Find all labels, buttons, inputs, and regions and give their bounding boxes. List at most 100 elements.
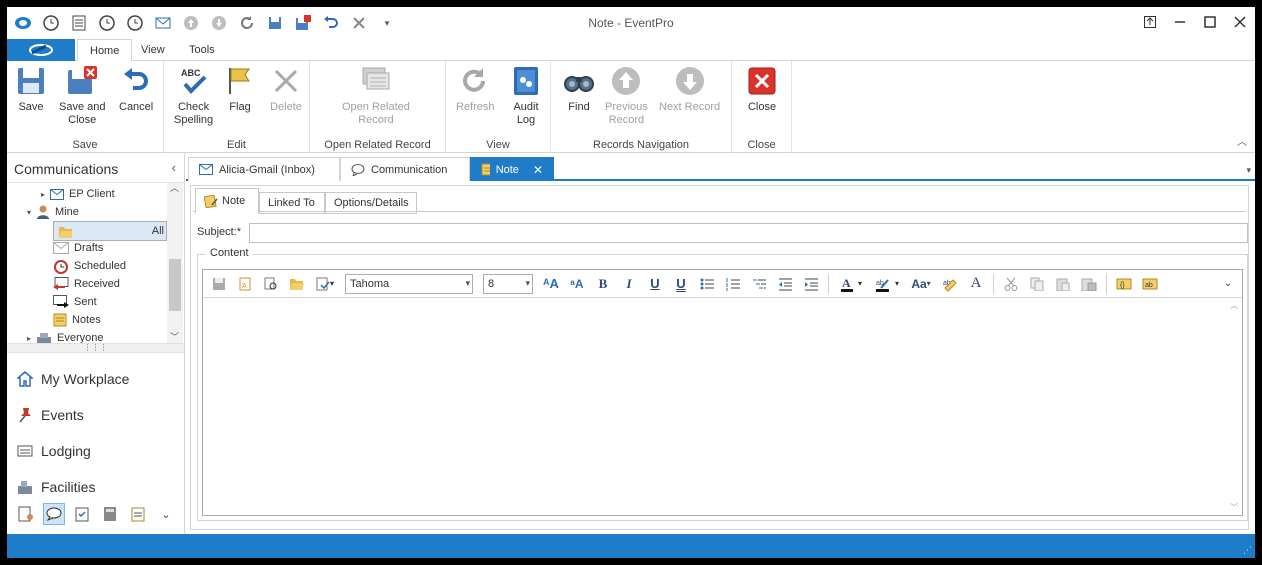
minimize-icon[interactable]: [1171, 13, 1189, 31]
pane-splitter[interactable]: ⋮⋮⋮: [7, 343, 184, 353]
resize-grip-icon[interactable]: ⋰: [1243, 545, 1252, 556]
tabs-dropdown-icon[interactable]: ▾: [1246, 165, 1251, 176]
subject-input[interactable]: [249, 223, 1248, 243]
content-fieldset: Content A ▾ Tahoma ▾ 8 ▾ ᴬA ᵃA B I U U A…: [197, 247, 1248, 521]
underline-icon[interactable]: U: [643, 273, 667, 295]
grow-font-icon[interactable]: ᴬA: [539, 273, 563, 295]
scroll-down-icon[interactable]: ﹀: [1230, 502, 1238, 513]
tree-item-received[interactable]: Received: [53, 275, 120, 293]
maximize-icon[interactable]: [1201, 13, 1219, 31]
collapse-icon[interactable]: ▾: [27, 208, 31, 217]
paste-special-icon[interactable]: [1077, 273, 1101, 295]
window-close-icon[interactable]: [1231, 13, 1249, 31]
cancel-button[interactable]: Cancel: [119, 65, 153, 114]
tab-home[interactable]: Home: [77, 39, 133, 62]
tab-tools[interactable]: Tools: [177, 39, 227, 61]
svg-text:{}: {}: [1120, 282, 1125, 289]
tree-item-mine[interactable]: ▾ Mine: [27, 203, 79, 221]
next-record-button[interactable]: Next Record: [659, 65, 720, 114]
expand-icon[interactable]: ▸: [41, 190, 45, 199]
font-dialog-icon[interactable]: A: [964, 273, 988, 295]
clipboard-check-icon[interactable]: [71, 503, 93, 525]
delete-button[interactable]: Delete: [270, 65, 302, 114]
bullet-list-icon[interactable]: [695, 273, 719, 295]
flag-button[interactable]: Flag: [224, 65, 256, 114]
close-button[interactable]: Close: [746, 65, 778, 114]
save-and-close-button[interactable]: Save and Close: [59, 65, 105, 127]
double-underline-icon[interactable]: U: [669, 273, 693, 295]
open-folder-icon[interactable]: [285, 273, 309, 295]
more-modules-icon[interactable]: ⌄: [155, 503, 177, 525]
ribbon-display-icon[interactable]: [1141, 13, 1159, 31]
find-button[interactable]: Find: [563, 65, 595, 114]
module-lodging[interactable]: Lodging: [17, 440, 91, 462]
module-my-workplace[interactable]: My Workplace: [17, 368, 129, 390]
calculator-icon[interactable]: [99, 503, 121, 525]
bold-icon[interactable]: B: [591, 273, 615, 295]
module-facilities[interactable]: Facilities: [17, 476, 95, 498]
related-record-icon: [360, 65, 392, 97]
check-spelling-button[interactable]: ABC Check Spelling: [174, 65, 213, 127]
tree-item-all[interactable]: All: [53, 221, 167, 241]
scroll-thumb[interactable]: [169, 259, 181, 311]
insert-merge-field-icon[interactable]: ab: [1138, 273, 1162, 295]
speech-bubble-icon[interactable]: [43, 503, 65, 525]
font-size-select[interactable]: 8 ▾: [483, 273, 533, 294]
clipboard-icon[interactable]: [127, 503, 149, 525]
font-color-icon[interactable]: A ▾: [834, 273, 868, 295]
font-name-select[interactable]: Tahoma ▾: [345, 273, 473, 294]
open-related-record-button[interactable]: Open Related Record: [342, 65, 410, 127]
collapse-ribbon-icon[interactable]: ︿: [1237, 133, 1247, 148]
scroll-up-icon[interactable]: ︿: [1230, 300, 1238, 311]
tree-item-everyone[interactable]: ▸ Everyone: [27, 329, 104, 343]
tree-item-notes[interactable]: Notes: [53, 311, 101, 329]
new-document-icon[interactable]: A: [233, 273, 257, 295]
doc-tab-note[interactable]: Note ✕: [470, 157, 554, 181]
tree-item-ep-client[interactable]: ▸ EP Client: [41, 185, 115, 203]
doc-tab-communication[interactable]: Communication: [340, 157, 470, 181]
copy-icon[interactable]: [1025, 273, 1049, 295]
scroll-down-icon[interactable]: ﹀: [170, 330, 179, 343]
tree-item-sent[interactable]: Sent: [53, 293, 97, 311]
refresh-button[interactable]: Refresh: [456, 65, 495, 114]
tree-item-drafts[interactable]: Drafts: [53, 239, 103, 257]
multilevel-list-icon[interactable]: [747, 273, 771, 295]
shrink-font-icon[interactable]: ᵃA: [565, 273, 589, 295]
style-dropdown-icon[interactable]: ▾: [311, 273, 339, 295]
highlight-icon[interactable]: ab ▾: [870, 273, 904, 295]
clear-formatting-icon[interactable]: ab: [938, 273, 962, 295]
tab-view[interactable]: View: [129, 39, 177, 61]
italic-icon[interactable]: I: [617, 273, 641, 295]
paste-icon[interactable]: [1051, 273, 1075, 295]
audit-log-button[interactable]: Audit Log: [510, 65, 542, 127]
group-caption-open-related: Open Related Record: [324, 139, 431, 151]
tree-scrollbar[interactable]: ︿ ﹀: [167, 183, 183, 343]
contacts-icon[interactable]: [15, 503, 37, 525]
application-menu-button[interactable]: [7, 39, 75, 61]
close-tab-icon[interactable]: ✕: [533, 163, 543, 177]
scroll-up-icon[interactable]: ︿: [170, 181, 179, 194]
doc-tab-inbox[interactable]: Alicia-Gmail (Inbox): [188, 157, 340, 181]
save-button[interactable]: Save: [15, 65, 47, 114]
previous-record-button[interactable]: Previous Record: [605, 65, 648, 127]
undo-icon: [120, 65, 152, 97]
editor-save-icon[interactable]: [207, 273, 231, 295]
module-label: Lodging: [41, 443, 91, 459]
toolbar-overflow-icon[interactable]: ⌄: [1216, 273, 1240, 295]
save-close-label-1: Save and: [59, 101, 106, 113]
change-case-icon[interactable]: Aa ▾: [906, 273, 936, 295]
module-label: Events: [41, 407, 84, 423]
find-replace-icon[interactable]: [259, 273, 283, 295]
increase-indent-icon[interactable]: [799, 273, 823, 295]
editor-scrollbar[interactable]: ︿ ﹀: [1226, 298, 1242, 515]
insert-field-icon[interactable]: {}: [1112, 273, 1136, 295]
collapse-nav-icon[interactable]: ‹: [172, 160, 176, 175]
editor-content-area[interactable]: [203, 298, 1226, 515]
numbered-list-icon[interactable]: [721, 273, 745, 295]
cut-icon[interactable]: [999, 273, 1023, 295]
expand-icon[interactable]: ▸: [27, 334, 31, 343]
decrease-indent-icon[interactable]: [773, 273, 797, 295]
form-tab-note[interactable]: Note: [195, 188, 259, 214]
tree-item-scheduled[interactable]: Scheduled: [53, 257, 126, 275]
module-events[interactable]: Events: [17, 404, 84, 426]
